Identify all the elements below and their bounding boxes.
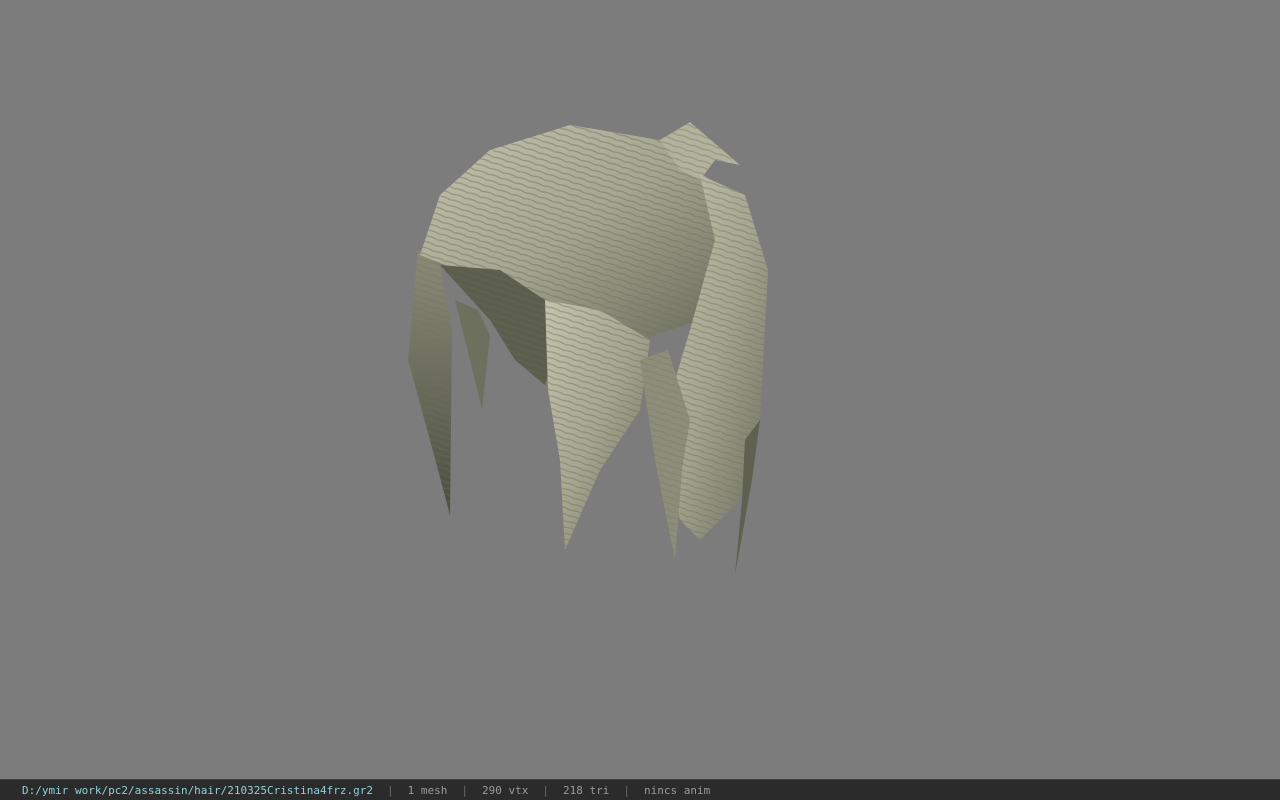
hair-model-render[interactable] bbox=[0, 0, 1280, 779]
triangle-count-label: 218 tri bbox=[562, 783, 610, 797]
mesh-count-label: 1 mesh bbox=[407, 783, 448, 797]
status-separator: | bbox=[387, 783, 394, 797]
status-separator: | bbox=[542, 783, 549, 797]
3d-viewport[interactable] bbox=[0, 0, 1280, 779]
status-separator: | bbox=[461, 783, 468, 797]
file-path-label: D:/ymir work/pc2/assassin/hair/210325Cri… bbox=[22, 783, 373, 797]
status-separator: | bbox=[623, 783, 630, 797]
hair-front-strands bbox=[545, 300, 690, 560]
status-bar: D:/ymir work/pc2/assassin/hair/210325Cri… bbox=[0, 779, 1280, 800]
vertex-count-label: 290 vtx bbox=[482, 783, 529, 797]
animation-status-label: nincs anim bbox=[643, 783, 711, 797]
